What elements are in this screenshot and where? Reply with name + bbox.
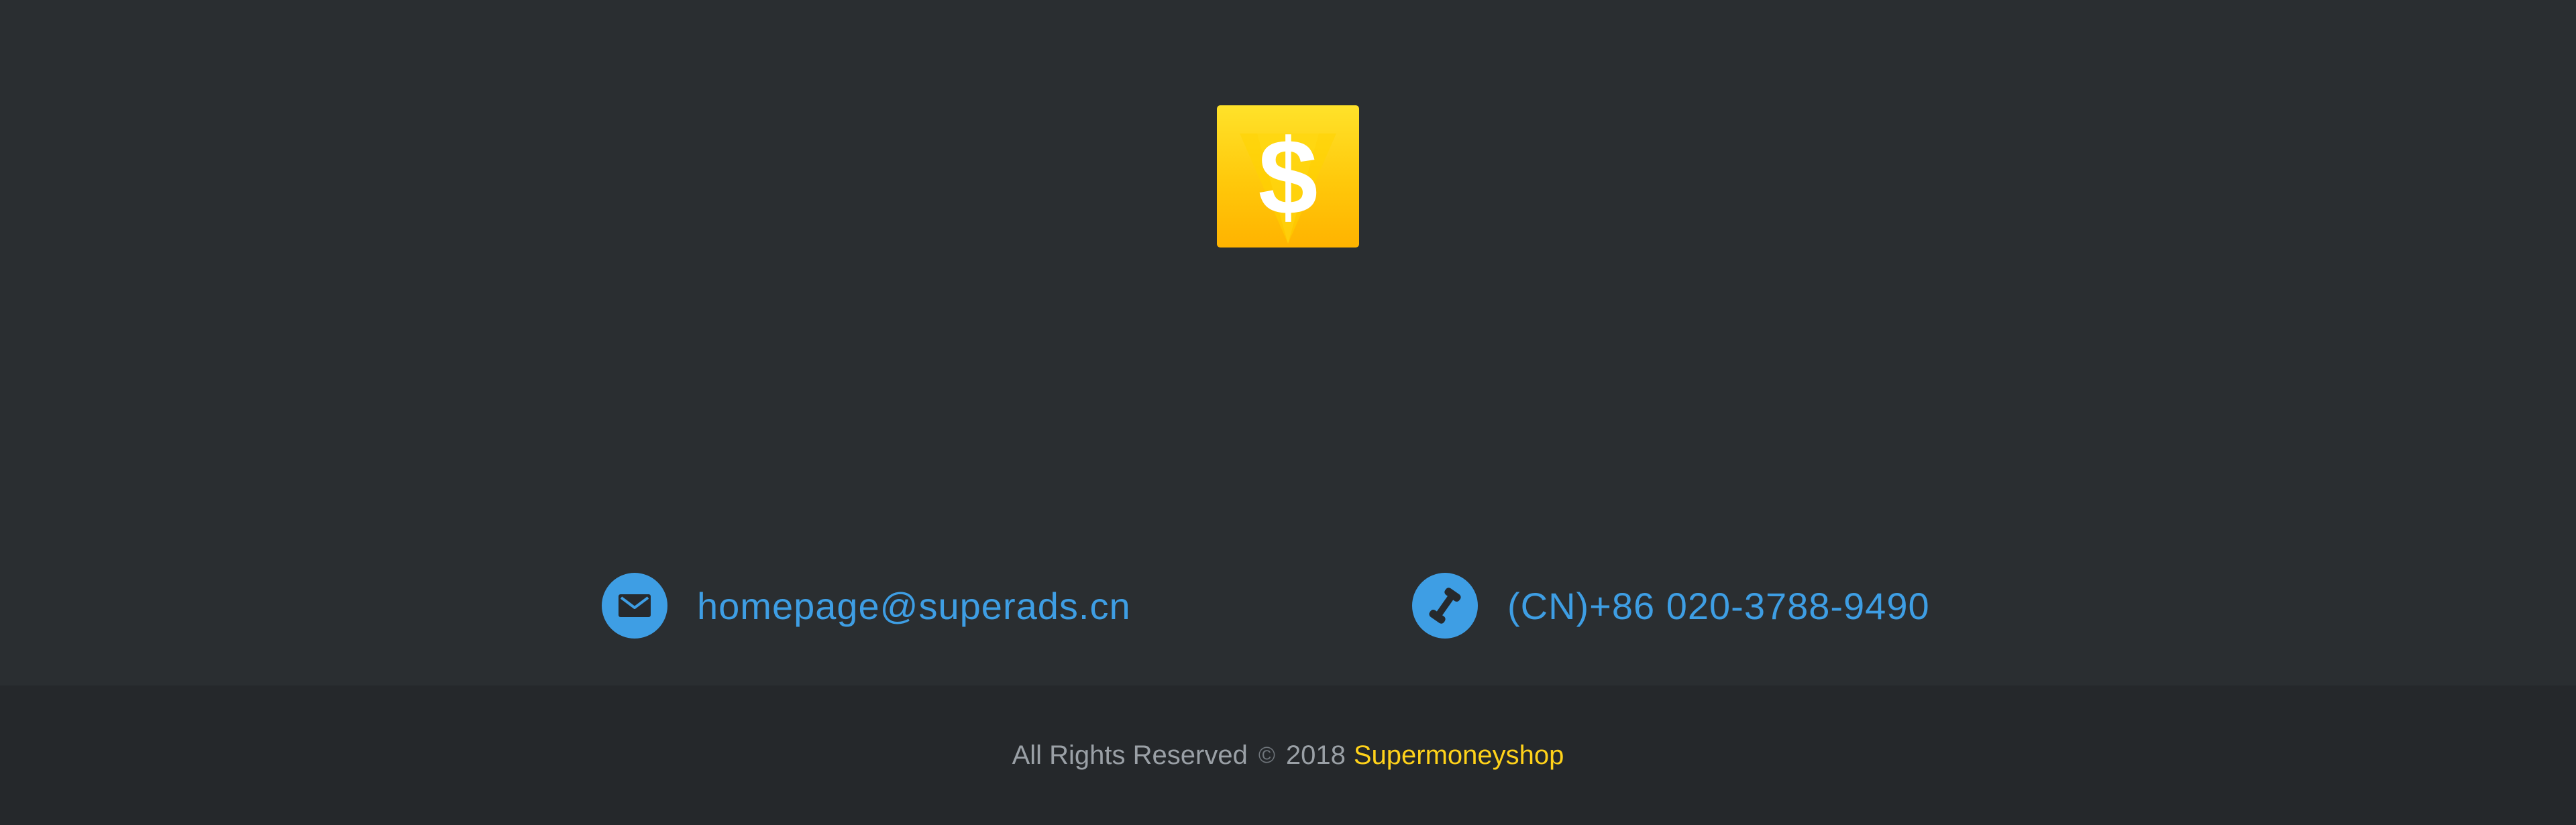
email-link[interactable]: homepage@superads.cn bbox=[602, 573, 1131, 639]
phone-icon bbox=[1429, 588, 1461, 624]
page: $ homepage@superads.cn (CN)+86 020-3788-… bbox=[0, 0, 2576, 825]
dollar-diamond-icon: $ bbox=[1240, 117, 1336, 243]
phone-link[interactable]: (CN)+86 020-3788-9490 bbox=[1412, 573, 1930, 639]
phone-number: (CN)+86 020-3788-9490 bbox=[1507, 584, 1930, 627]
email-icon-circle bbox=[602, 573, 667, 639]
rights-text: All Rights Reserved bbox=[1012, 740, 1248, 770]
phone-icon-circle bbox=[1412, 573, 1478, 639]
logo-symbol: $ bbox=[1258, 117, 1318, 237]
copyright-line: All Rights Reserved © 2018 Supermoneysho… bbox=[1012, 740, 1564, 771]
brand-link[interactable]: Supermoneyshop bbox=[1354, 740, 1564, 771]
contact-section: $ homepage@superads.cn (CN)+86 020-3788-… bbox=[0, 0, 2576, 685]
footer: All Rights Reserved © 2018 Supermoneysho… bbox=[0, 685, 2576, 825]
copyright-icon: © bbox=[1258, 742, 1275, 768]
copyright-year: 2018 bbox=[1285, 740, 1346, 770]
email-address: homepage@superads.cn bbox=[697, 584, 1131, 627]
site-logo[interactable]: $ bbox=[1217, 105, 1359, 248]
envelope-icon bbox=[619, 594, 651, 617]
